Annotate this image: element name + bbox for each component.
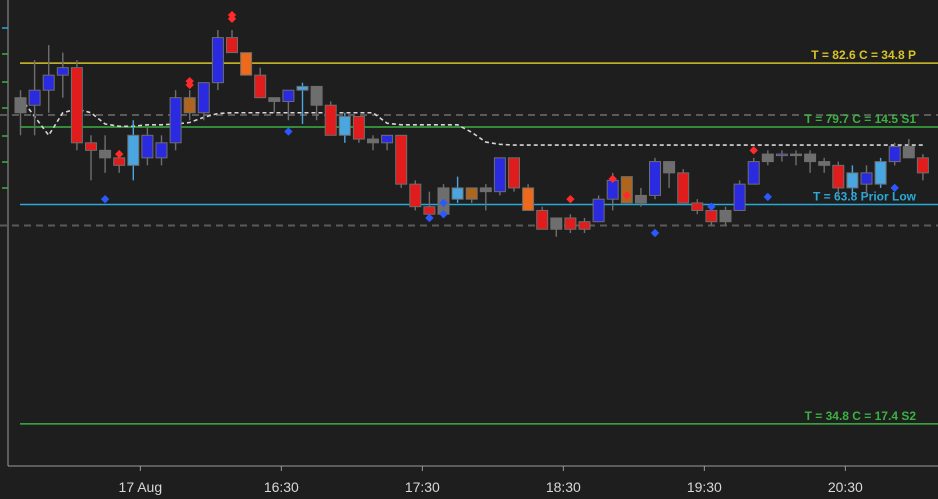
candle-body [902, 146, 915, 159]
candle-body [423, 206, 436, 215]
candle-body [409, 183, 422, 208]
candle-body [578, 221, 591, 230]
candle-body [395, 134, 408, 185]
candle-body [790, 153, 802, 157]
x-tick-label: 17 Aug [119, 479, 163, 495]
candle-body [324, 104, 337, 136]
candle-body [536, 209, 549, 230]
x-tick-label: 16:30 [264, 479, 299, 495]
candle-body [99, 149, 112, 159]
candle-body [719, 209, 732, 223]
candle-body [663, 161, 676, 174]
candle-body [56, 67, 69, 76]
candle-body [296, 85, 309, 91]
x-tick-label: 20:30 [828, 479, 863, 495]
candle-body [564, 217, 577, 230]
candle-body [183, 97, 196, 114]
level-label: T = 63.8 Prior Low [813, 189, 917, 203]
candle-body [832, 164, 845, 189]
candle-body [127, 134, 140, 166]
candle-body [155, 142, 168, 159]
candle-body [282, 89, 295, 102]
candle-body [28, 89, 41, 106]
candle-body [634, 194, 647, 204]
candle-body [465, 187, 478, 200]
candle-body [691, 202, 704, 211]
candle-body [804, 153, 817, 163]
candle-body [141, 134, 154, 159]
candle-body [550, 217, 563, 230]
level-label: T = 34.8 C = 17.4 S2 [805, 409, 917, 423]
candle-body [916, 157, 929, 174]
candle-body [677, 172, 690, 204]
level-label: T = 82.6 C = 34.8 P [811, 48, 916, 62]
candle-body [733, 183, 746, 211]
candle-body [42, 74, 55, 91]
candle-body [493, 157, 506, 193]
candle-body [352, 116, 365, 140]
candle-body [846, 172, 859, 189]
x-tick-label: 19:30 [687, 479, 722, 495]
candle-body [254, 74, 267, 99]
candle-body [240, 52, 253, 76]
candle-body [451, 187, 464, 200]
candle-body [606, 179, 619, 200]
candle-body [522, 187, 535, 211]
candle-body [169, 97, 182, 144]
candle-body [70, 67, 83, 144]
candle-body [310, 85, 323, 106]
candle-body [874, 161, 887, 185]
candle-body [860, 172, 873, 185]
candle-body [197, 82, 210, 114]
candle-body [888, 146, 901, 163]
candlestick-chart: T = 82.6 C = 34.8 P T = 79.7 C = 14.5 S1 T… [0, 0, 938, 499]
candle-body [113, 157, 126, 166]
level-label: T = 79.7 C = 14.5 S1 [805, 112, 917, 126]
candle-body [85, 142, 97, 151]
x-tick-label: 17:30 [405, 479, 440, 495]
candle-body [211, 37, 224, 84]
candle-body [775, 153, 788, 157]
candle-body [761, 153, 774, 163]
candle-body [747, 161, 760, 185]
candle-body [705, 209, 718, 223]
candle-body [268, 97, 281, 102]
candle-body [592, 198, 605, 223]
candle-body [479, 187, 492, 193]
candle-body [367, 138, 379, 144]
x-tick-label: 18:30 [546, 479, 581, 495]
candle-body [381, 134, 394, 144]
candle-body [14, 97, 27, 114]
candle-body [649, 161, 661, 196]
candle-body [226, 37, 238, 54]
candle-body [818, 161, 831, 166]
candle-body [338, 116, 351, 136]
candle-body [508, 157, 520, 189]
